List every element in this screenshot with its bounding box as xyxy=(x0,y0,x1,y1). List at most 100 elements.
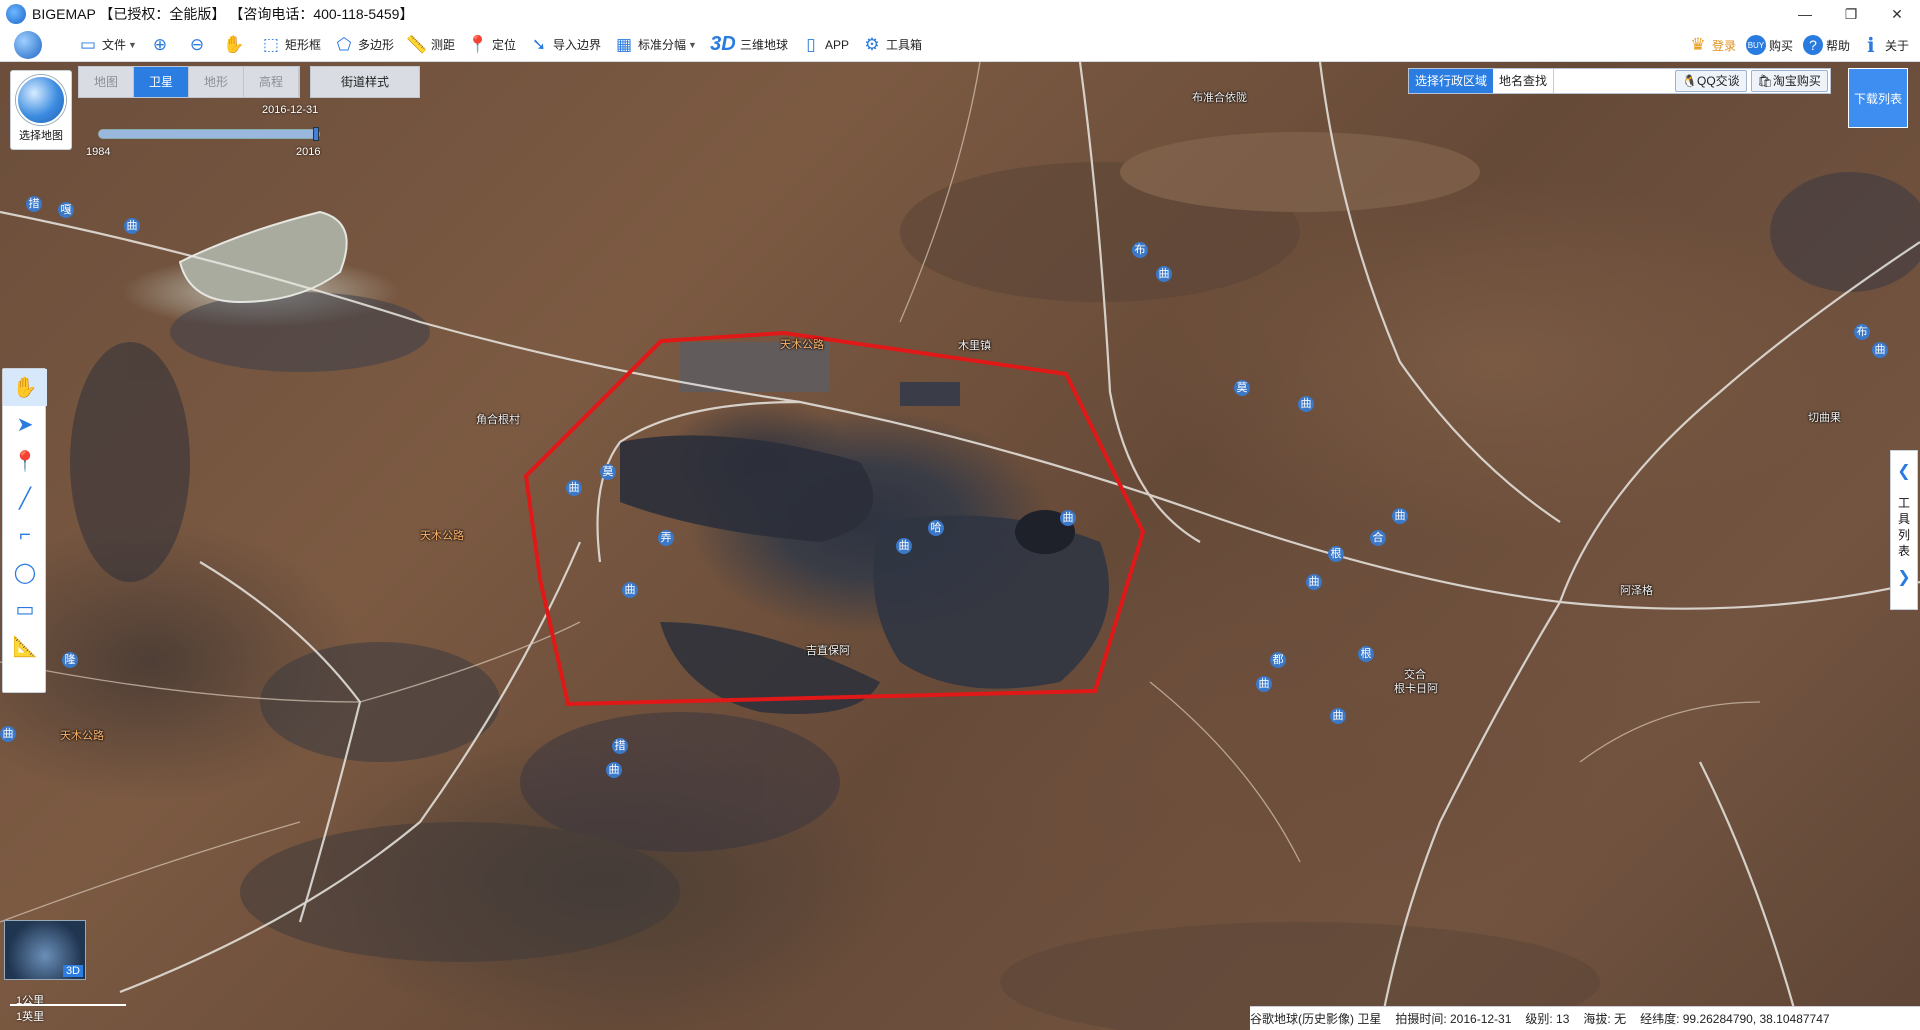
map-features xyxy=(0,62,1920,1030)
help-button[interactable]: ? 帮助 xyxy=(1798,30,1855,60)
river-name-marker: 曲 xyxy=(0,726,16,742)
window-title: BIGEMAP 【已授权：全能版】 【咨询电话：400-118-5459】 xyxy=(32,6,414,22)
toolbar-right: ♛ 登录 BUY 购买 ? 帮助 ℹ 关于 xyxy=(1682,28,1914,62)
standard-grid-label: 标准分幅 xyxy=(638,38,687,52)
status-altitude: 海拔: 无 xyxy=(1583,1012,1627,1026)
status-coordinates: 经纬度: 99.26284790, 38.10487747 xyxy=(1640,1012,1830,1026)
river-name-marker: 曲 xyxy=(1060,510,1076,526)
region-search-input[interactable] xyxy=(1553,69,1673,93)
polygon-select-button[interactable]: ⬠ 多边形 xyxy=(327,30,400,60)
import-icon: ➘ xyxy=(531,34,547,54)
globe-3d-button[interactable]: 3D 三维地球 xyxy=(703,30,794,60)
status-zoom-level: 级别: 13 xyxy=(1525,1012,1570,1026)
login-button[interactable]: ♛ 登录 xyxy=(1682,30,1741,60)
zoom-out-icon: ⊖ xyxy=(189,34,205,54)
place-label: 根卡日阿 xyxy=(1394,683,1438,695)
river-name-marker: 曲 xyxy=(896,538,912,554)
timeline-fill xyxy=(99,130,319,138)
river-name-marker: 莫 xyxy=(1234,380,1250,396)
tool-list-tab[interactable]: ❮ 工具列表 ❯ xyxy=(1890,450,1918,610)
qq-chat-label: QQ交谈 xyxy=(1696,74,1740,88)
close-button[interactable]: ✕ xyxy=(1874,0,1920,28)
qq-icon: 🐧 xyxy=(1682,74,1697,88)
status-source: 谷歌地球(历史影像) 卫星 xyxy=(1250,1012,1382,1026)
polyline-tool-icon[interactable]: ⌐ xyxy=(3,517,47,554)
place-label: 切曲果 xyxy=(1808,412,1841,424)
measure-button[interactable]: 📏 测距 xyxy=(400,30,461,60)
measure-label: 测距 xyxy=(430,38,455,52)
globe-3d-label: 三维地球 xyxy=(739,38,788,52)
line-tool-icon[interactable]: ╱ xyxy=(3,480,47,517)
place-search-button[interactable]: 地名查找 xyxy=(1493,69,1553,93)
tab-map[interactable]: 地图 xyxy=(79,67,134,97)
place-label: 阿泽格 xyxy=(1620,585,1653,597)
location-pin-icon: 📍 xyxy=(467,34,489,54)
app-label: APP xyxy=(824,37,849,52)
river-name-marker: 根 xyxy=(1328,546,1344,562)
taobao-buy-button[interactable]: 🛍淘宝购买 xyxy=(1750,70,1828,92)
minimize-button[interactable]: — xyxy=(1782,0,1828,28)
locate-label: 定位 xyxy=(491,38,516,52)
tab-terrain[interactable]: 地形 xyxy=(189,67,244,97)
mining-area xyxy=(620,342,1109,714)
street-style-button[interactable]: 街道样式 xyxy=(310,66,420,98)
select-region-button[interactable]: 选择行政区域 xyxy=(1409,69,1494,93)
3d-icon: 3D xyxy=(710,33,736,55)
taobao-icon: 🛍 xyxy=(1757,74,1773,88)
rectangle-select-button[interactable]: ⬚ 矩形框 xyxy=(254,30,327,60)
login-label: 登录 xyxy=(1711,38,1736,53)
about-button[interactable]: ℹ 关于 xyxy=(1855,30,1914,60)
satellite-map[interactable]: 布准合依陇 木里镇 角合根村 天木公路 天木公路 天木公路 切曲果 阿泽格 吉直… xyxy=(0,62,1920,1030)
timeline-end-year: 2016 xyxy=(296,146,321,158)
about-label: 关于 xyxy=(1884,38,1909,53)
rectangle-tool-icon[interactable]: ▭ xyxy=(3,591,47,628)
river-name-marker: 曲 xyxy=(1330,708,1346,724)
pointer-tool-icon[interactable]: ➤ xyxy=(3,406,47,443)
qq-chat-button[interactable]: 🐧QQ交谈 xyxy=(1675,70,1747,92)
standard-grid-menu[interactable]: ▦ 标准分幅 ▼ xyxy=(607,30,703,60)
minor-roads xyxy=(0,62,1761,923)
file-menu-label: 文件 xyxy=(102,38,127,52)
phone-icon: ▯ xyxy=(806,34,816,54)
grid-icon: ▦ xyxy=(615,34,633,54)
import-boundary-button[interactable]: ➘ 导入边界 xyxy=(522,30,607,60)
river-name-marker: 措 xyxy=(26,196,42,212)
tab-elevation[interactable]: 高程 xyxy=(244,67,299,97)
marker-tool-icon[interactable]: 📍 xyxy=(3,443,47,480)
chevron-down-icon: ▼ xyxy=(128,39,137,50)
circle-tool-icon[interactable]: ◯ xyxy=(3,554,47,591)
ruler-tool-icon[interactable]: 📐 xyxy=(3,628,47,665)
timeline-handle[interactable] xyxy=(313,127,319,141)
download-list-button[interactable]: 下载列表 xyxy=(1848,68,1908,128)
chevron-left-icon: ❮ xyxy=(1897,463,1911,480)
locate-button[interactable]: 📍 定位 xyxy=(461,30,522,60)
lake-shape xyxy=(178,210,348,304)
pan-tool-icon[interactable]: ✋ xyxy=(3,369,47,406)
globe-icon xyxy=(14,30,42,59)
polygon-select-label: 多边形 xyxy=(357,38,394,52)
scale-bar: 1公里 1英里 xyxy=(6,992,126,1026)
status-bar: 谷歌地球(历史影像) 卫星 拍摄时间: 2016-12-31 级别: 13 海拔… xyxy=(1250,1006,1920,1030)
tool-list-label: 工具列表 xyxy=(1897,496,1910,558)
road-name-label: 天木公路 xyxy=(420,530,464,542)
place-label: 吉直保阿 xyxy=(806,645,850,657)
buy-button[interactable]: BUY 购买 xyxy=(1741,30,1798,60)
zoom-out-button[interactable]: ⊖ xyxy=(180,30,217,60)
3d-globe-preview[interactable]: 3D xyxy=(4,920,86,980)
help-label: 帮助 xyxy=(1825,38,1850,53)
app-button[interactable]: ▯ APP xyxy=(794,30,855,60)
globe-home-button[interactable] xyxy=(8,30,51,60)
timeline-current-date: 2016-12-31 xyxy=(262,104,319,116)
toolbox-button[interactable]: ⚙ 工具箱 xyxy=(855,30,928,60)
tab-satellite[interactable]: 卫星 xyxy=(134,67,189,97)
river-name-marker: 曲 xyxy=(622,582,638,598)
zoom-in-button[interactable]: ⊕ xyxy=(143,30,180,60)
timeline-slider[interactable] xyxy=(98,127,320,141)
select-map-button[interactable]: 选择地图 xyxy=(10,70,72,150)
file-menu[interactable]: ▭ 文件 ▼ xyxy=(71,30,143,60)
maximize-button[interactable]: ❐ xyxy=(1828,0,1874,28)
3d-badge: 3D xyxy=(62,965,83,977)
rectangle-select-label: 矩形框 xyxy=(284,38,321,52)
river-name-marker: 嘎 xyxy=(58,202,74,218)
pan-button[interactable]: ✋ xyxy=(217,30,254,60)
